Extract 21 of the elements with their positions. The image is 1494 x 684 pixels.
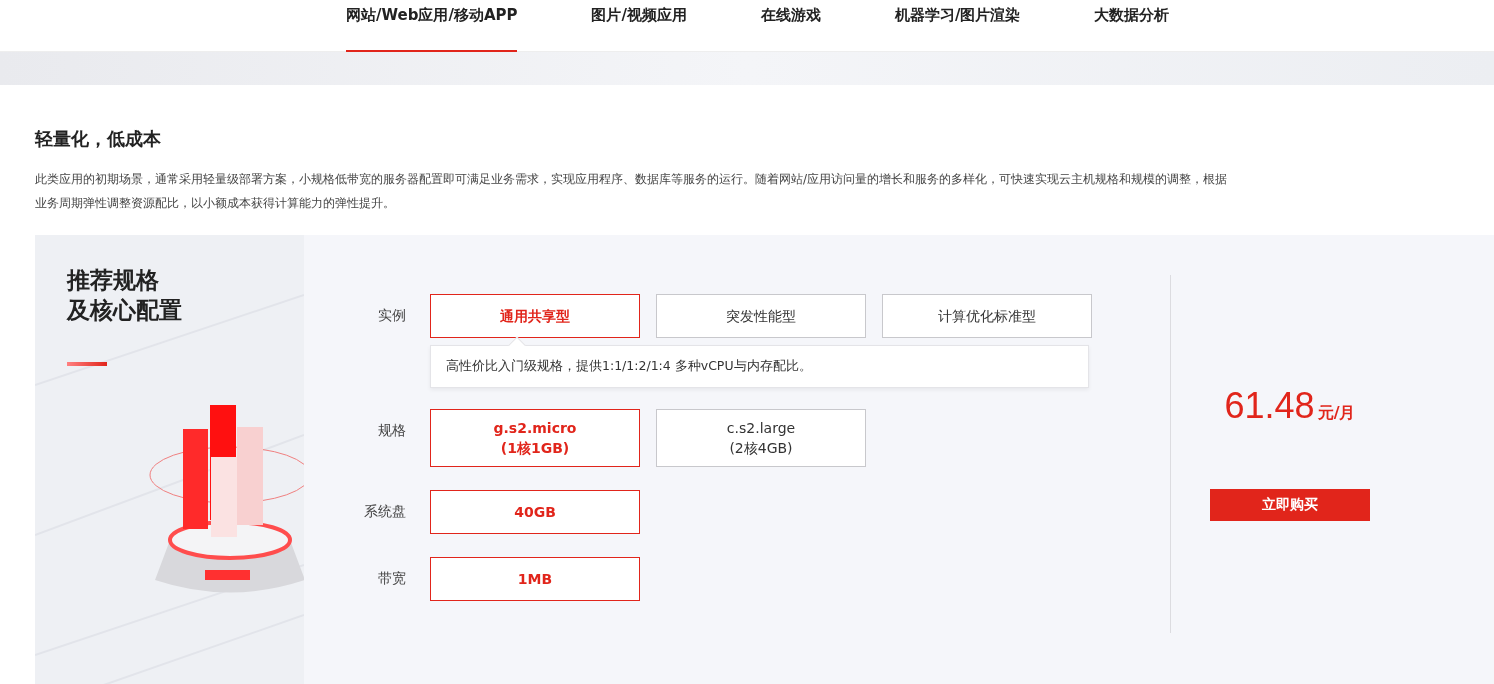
section-description: 此类应用的初期场景，通常采用轻量级部署方案，小规格低带宽的服务器配置即可满足业务需求，实现应用程序、数据库等服务的运行。随着网站/应用访问量的增长和服务的多样化，可快速实现云主机规格和规模的调整，根据业务周期弹性调整资源配比，以小额成本获得计算能力的弹性提升。 [35, 171, 1229, 212]
price-value: 61.48 [1224, 385, 1315, 427]
option-button[interactable]: g.s2.micro (1核1GB) [430, 409, 640, 467]
panel-title: 推荐规格 及核心配置 [65, 266, 183, 325]
category-tab[interactable]: 在线游戏 [760, 0, 821, 52]
option-button[interactable]: 计算优化标准型 [882, 294, 1092, 338]
option-button[interactable]: 通用共享型 [430, 294, 640, 338]
section-title: 轻量化，低成本 [35, 127, 162, 151]
category-tab[interactable]: 大数据分析 [1094, 0, 1170, 52]
config-label: 规格 [377, 421, 407, 440]
config-label: 系统盘 [363, 502, 407, 521]
option-button[interactable]: 1MB [430, 557, 640, 601]
price-unit: 元/月 [1317, 403, 1356, 424]
category-tab[interactable]: 机器学习/图片渲染 [894, 0, 1021, 52]
option-button[interactable]: c.s2.large (2核4GB) [656, 409, 866, 467]
buy-button[interactable]: 立即购买 [1210, 489, 1370, 521]
config-label: 带宽 [377, 569, 407, 588]
option-button[interactable]: 突发性能型 [656, 294, 866, 338]
category-tab[interactable]: 图片/视频应用 [591, 0, 687, 52]
config-label: 实例 [377, 306, 407, 325]
option-button[interactable]: 40GB [430, 490, 640, 534]
